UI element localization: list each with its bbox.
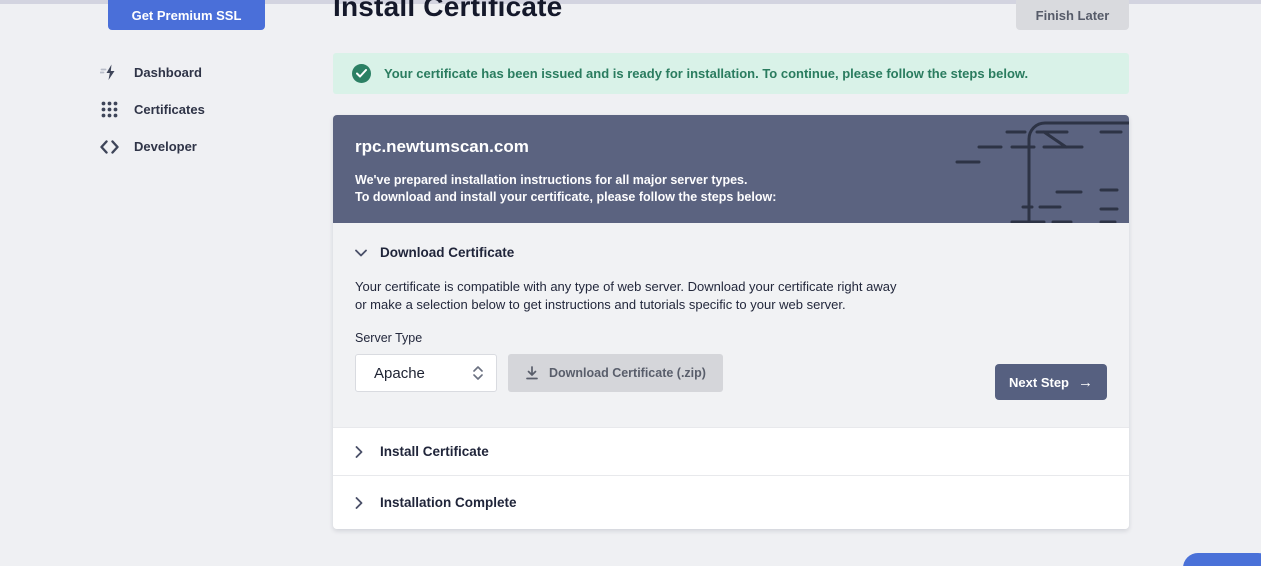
domain-panel: rpc.newtumscan.com We've prepared instal… <box>333 115 1129 223</box>
page-title: Install Certificate <box>333 0 563 22</box>
domain-name: rpc.newtumscan.com <box>355 137 529 156</box>
get-premium-ssl-button[interactable]: Get Premium SSL <box>108 0 265 30</box>
grid-dots-icon <box>100 100 119 119</box>
chevron-down-icon <box>355 249 367 257</box>
success-alert: Your certificate has been issued and is … <box>333 53 1129 94</box>
server-type-label: Server Type <box>355 331 423 345</box>
sidebar-item-label: Developer <box>134 139 197 154</box>
check-circle-icon <box>352 64 371 83</box>
step-installation-complete[interactable]: Installation Complete <box>333 475 1129 529</box>
panel-subtitle-line1: We've prepared installation instructions… <box>355 173 748 187</box>
step-title: Download Certificate <box>380 245 515 260</box>
next-step-button[interactable]: Next Step → <box>995 364 1107 400</box>
sidebar-item-label: Dashboard <box>134 65 202 80</box>
sidebar-item-developer[interactable]: Developer <box>100 128 300 165</box>
step-title: Install Certificate <box>380 444 489 459</box>
lightning-icon <box>100 63 119 82</box>
download-description: Your certificate is compatible with any … <box>355 279 897 312</box>
server-type-select[interactable]: Apache <box>355 354 497 392</box>
sidebar-item-label: Certificates <box>134 102 205 117</box>
download-icon <box>525 366 539 380</box>
step-download-header[interactable]: Download Certificate <box>355 223 1107 260</box>
arrow-right-icon: → <box>1078 373 1093 391</box>
server-type-value: Apache <box>374 364 425 382</box>
sidebar-item-certificates[interactable]: Certificates <box>100 91 300 128</box>
server-illustration <box>955 121 1129 223</box>
sidebar-item-dashboard[interactable]: Dashboard <box>100 54 300 91</box>
step-install-certificate[interactable]: Install Certificate <box>333 427 1129 475</box>
sidebar: Dashboard Certificates Developer <box>100 54 300 165</box>
select-updown-icon <box>473 366 483 380</box>
code-brackets-icon <box>100 137 119 156</box>
step-title: Installation Complete <box>380 495 517 510</box>
step-download-certificate: Download Certificate Your certificate is… <box>333 223 1129 427</box>
panel-subtitle-line2: To download and install your certificate… <box>355 190 777 204</box>
finish-later-button[interactable]: Finish Later <box>1016 0 1129 30</box>
download-zip-button[interactable]: Download Certificate (.zip) <box>508 354 723 392</box>
download-zip-label: Download Certificate (.zip) <box>549 366 706 380</box>
chevron-right-icon <box>355 445 367 458</box>
chat-widget-button[interactable] <box>1183 553 1261 566</box>
alert-message: Your certificate has been issued and is … <box>384 66 1029 81</box>
next-step-label: Next Step <box>1009 374 1069 390</box>
chevron-right-icon <box>355 496 367 509</box>
install-card: rpc.newtumscan.com We've prepared instal… <box>333 115 1129 529</box>
